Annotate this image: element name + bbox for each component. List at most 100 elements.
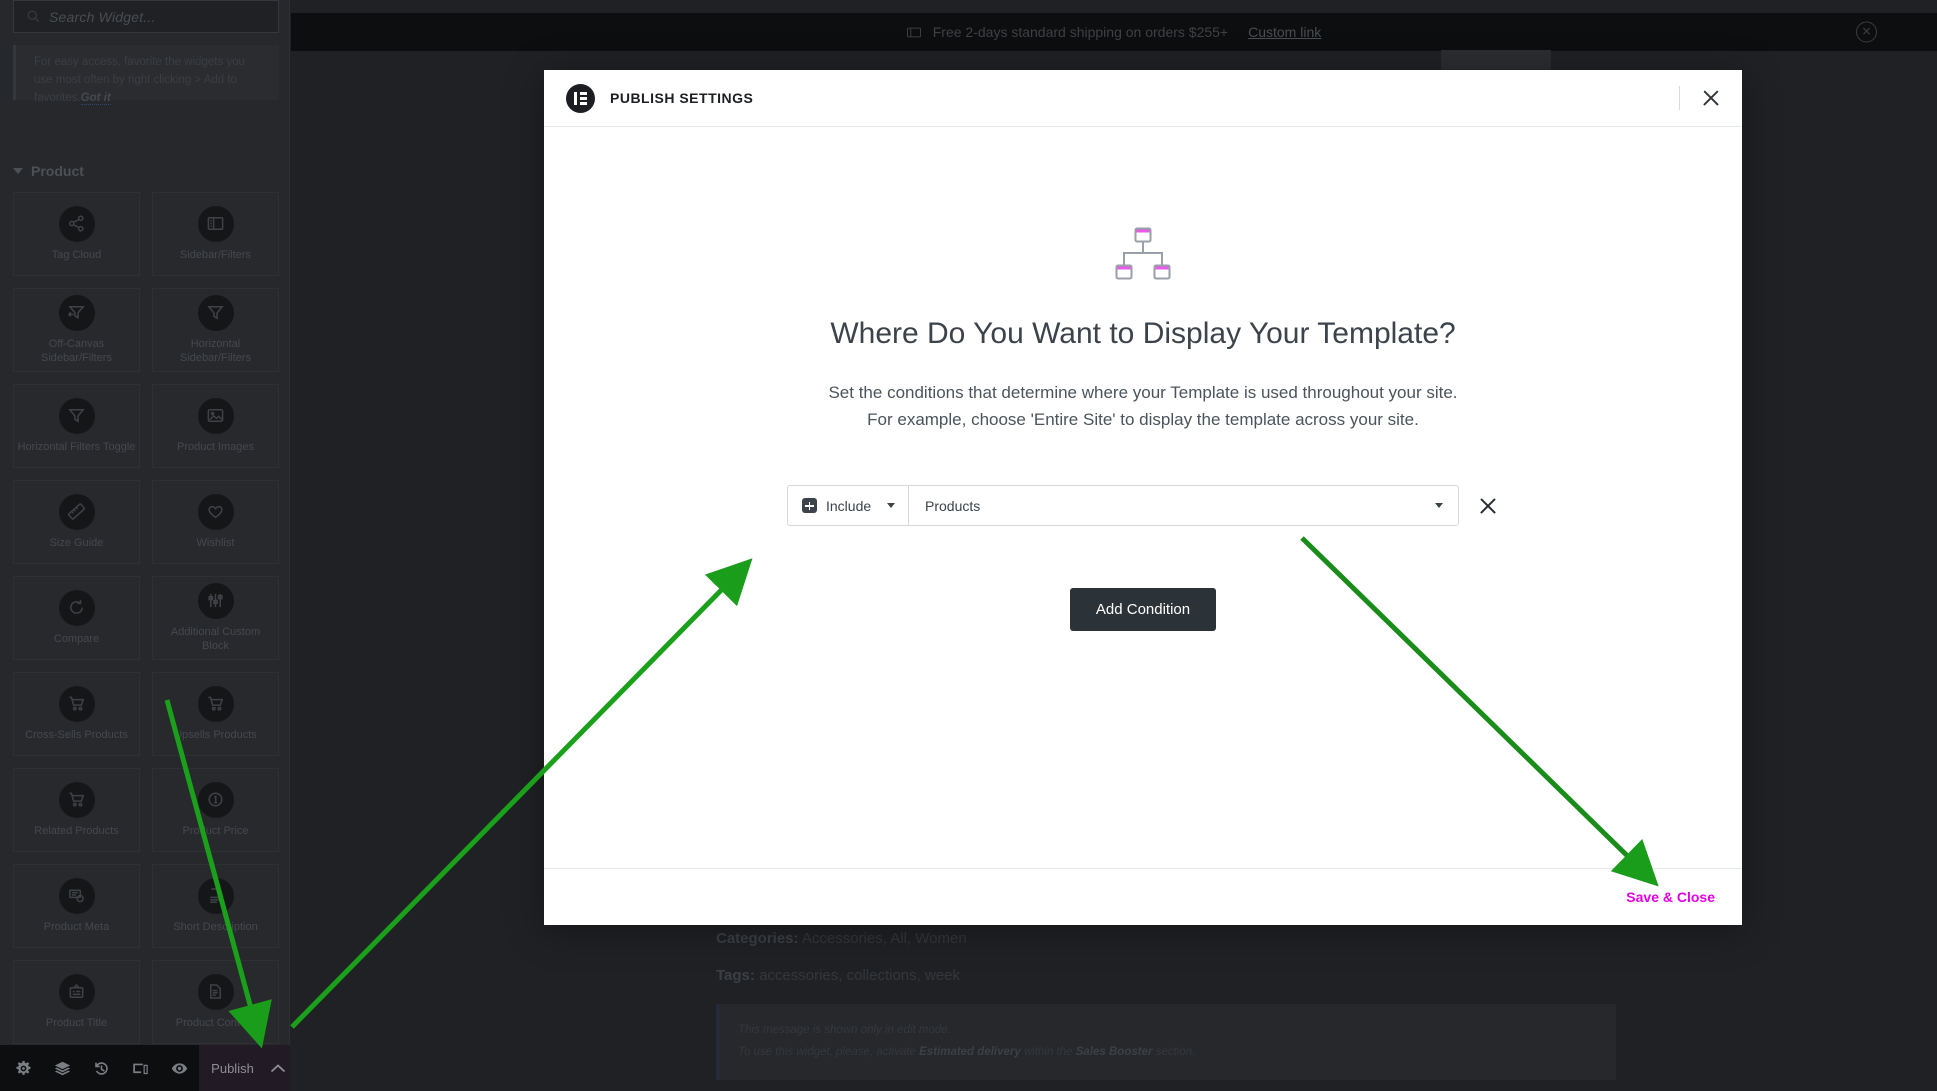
widget-category-product[interactable]: Product [13,163,84,179]
close-circle-icon[interactable]: ✕ [1856,21,1877,43]
filter-funnel-icon [197,294,234,331]
widget-card-size-guide[interactable]: Size Guide [13,480,140,564]
widget-card-label: Product Title [45,1016,108,1029]
widget-card-upsells-products[interactable]: Upsells Products [152,672,279,756]
widget-card-wishlist[interactable]: Wishlist [152,480,279,564]
description-icon [197,877,234,914]
editor-bottom-bar: Publish [0,1045,290,1091]
widget-card-sidebar-filters[interactable]: Sidebar/Filters [152,192,279,276]
document-icon [197,973,234,1010]
plus-square-icon [802,498,817,514]
edit-mode-notice: This message is shown only in edit mode.… [716,1004,1616,1080]
widget-card-label: Off-Canvas Sidebar/Filters [41,337,112,364]
header-divider [1679,86,1680,110]
widget-card-product-title[interactable]: Product Title [13,960,140,1044]
chevron-up-icon [270,1063,286,1072]
responsive-icon [133,1063,148,1074]
edit-notice-strong-2: Sales Booster [1075,1045,1153,1058]
widget-card-product-price[interactable]: Product Price [152,768,279,852]
search-widget-field[interactable]: Search Widget... [13,0,279,33]
tip-body: For easy access, favorite the widgets yo… [34,56,245,104]
share-nodes-icon [58,205,95,242]
condition-controls: Include Products [787,485,1459,527]
cart-icon [197,685,234,722]
got-it-link[interactable]: Got it [80,91,111,105]
widget-card-product-content[interactable]: Product Content [152,960,279,1044]
widget-card-horizontal-sidebar-filters[interactable]: Horizontal Sidebar/Filters [152,288,279,372]
edit-notice-strong-1: Estimated delivery [919,1045,1021,1058]
widget-card-label: Product Price [182,824,249,837]
condition-value: Products [925,497,981,514]
widget-card-compare[interactable]: Compare [13,576,140,660]
condition-value-select[interactable]: Products [909,486,1458,525]
eye-icon [171,1062,188,1074]
chevron-down-icon [1435,503,1443,509]
widget-card-label: Cross-Sells Products [25,728,128,741]
categories-label: Categories: [716,930,799,947]
categories-value[interactable]: Accessories, All, Women [802,930,967,947]
widget-card-related-products[interactable]: Related Products [13,768,140,852]
widget-card-short-description[interactable]: Short Description [152,864,279,948]
product-title-icon [58,973,95,1010]
meta-lines-icon [58,877,95,914]
heart-icon [197,493,234,530]
site-hierarchy-icon [1115,227,1171,280]
gear-icon [16,1060,31,1075]
publish-button[interactable]: Publish [199,1045,266,1091]
condition-type-select[interactable]: Include [788,486,909,526]
widget-category-label: Product [31,163,84,179]
product-summary-block: Categories: Accessories, All, Women Tags… [716,930,1616,1091]
widget-card-product-images[interactable]: Product Images [152,384,279,468]
ticket-icon [906,27,921,37]
promo-custom-link[interactable]: Custom link [1248,24,1321,40]
favorites-tip-text: For easy access, favorite the widgets yo… [34,54,261,107]
widget-card-label: Wishlist [196,536,235,549]
favorites-tip: For easy access, favorite the widgets yo… [13,45,279,105]
widget-card-label: Horizontal Sidebar/Filters [180,337,251,364]
publish-options-toggle[interactable] [265,1045,290,1091]
modal-title: PUBLISH SETTINGS [610,90,754,106]
modal-subtitle-line-1: Set the conditions that determine where … [828,383,1458,402]
modal-subtitle: Set the conditions that determine where … [828,379,1457,433]
remove-condition-button[interactable] [1477,495,1499,517]
elementor-logo-icon [566,83,595,113]
publish-settings-modal: PUBLISH SETTINGS Where Do You Want to Di… [544,70,1742,925]
widget-card-product-meta[interactable]: Product Meta [13,864,140,948]
widget-card-label: Additional Custom Block [170,625,261,652]
edit-notice-post: section. [1152,1045,1196,1058]
refresh-icon [58,589,95,626]
history-button[interactable] [82,1045,121,1091]
coin-icon [197,781,234,818]
app-root: Search Widget... For easy access, favori… [0,0,1937,1091]
widget-card-additional-custom-block[interactable]: Additional Custom Block [152,576,279,660]
promo-notice-bar: Free 2-days standard shipping on orders … [291,13,1937,51]
navigator-button[interactable] [43,1045,82,1091]
add-condition-button[interactable]: Add Condition [1069,588,1217,632]
bottom-bar-tools [0,1045,199,1091]
widget-card-label: Related Products [34,824,119,837]
image-icon [197,397,234,434]
responsive-mode-button[interactable] [121,1045,160,1091]
widget-card-label: Product Content [175,1016,256,1029]
save-and-close-button[interactable]: Save & Close [1626,889,1715,905]
close-icon[interactable] [1698,85,1724,111]
modal-header-actions [1679,85,1724,111]
widget-card-horizontal-filters-toggle[interactable]: Horizontal Filters Toggle [13,384,140,468]
condition-type-value: Include [826,497,872,514]
widget-card-label: Compare [53,632,100,645]
widget-card-label: Horizontal Filters Toggle [17,440,136,453]
ruler-icon [58,493,95,530]
widget-panel: Search Widget... For easy access, favori… [0,0,290,1091]
widget-card-cross-sells-products[interactable]: Cross-Sells Products [13,672,140,756]
sidebar-panel-icon [197,205,234,242]
layers-icon [54,1061,71,1075]
widget-card-label: Upsells Products [174,728,257,741]
widget-card-tag-cloud[interactable]: Tag Cloud [13,192,140,276]
product-tags-row: Tags: accessories, collections, week [716,967,1616,984]
cart-icon [58,781,95,818]
modal-heading: Where Do You Want to Display Your Templa… [830,317,1456,350]
tags-value[interactable]: accessories, collections, week [759,967,960,984]
widget-card-off-canvas-sidebar-filters[interactable]: Off-Canvas Sidebar/Filters [13,288,140,372]
settings-button[interactable] [4,1045,43,1091]
preview-button[interactable] [160,1045,199,1091]
